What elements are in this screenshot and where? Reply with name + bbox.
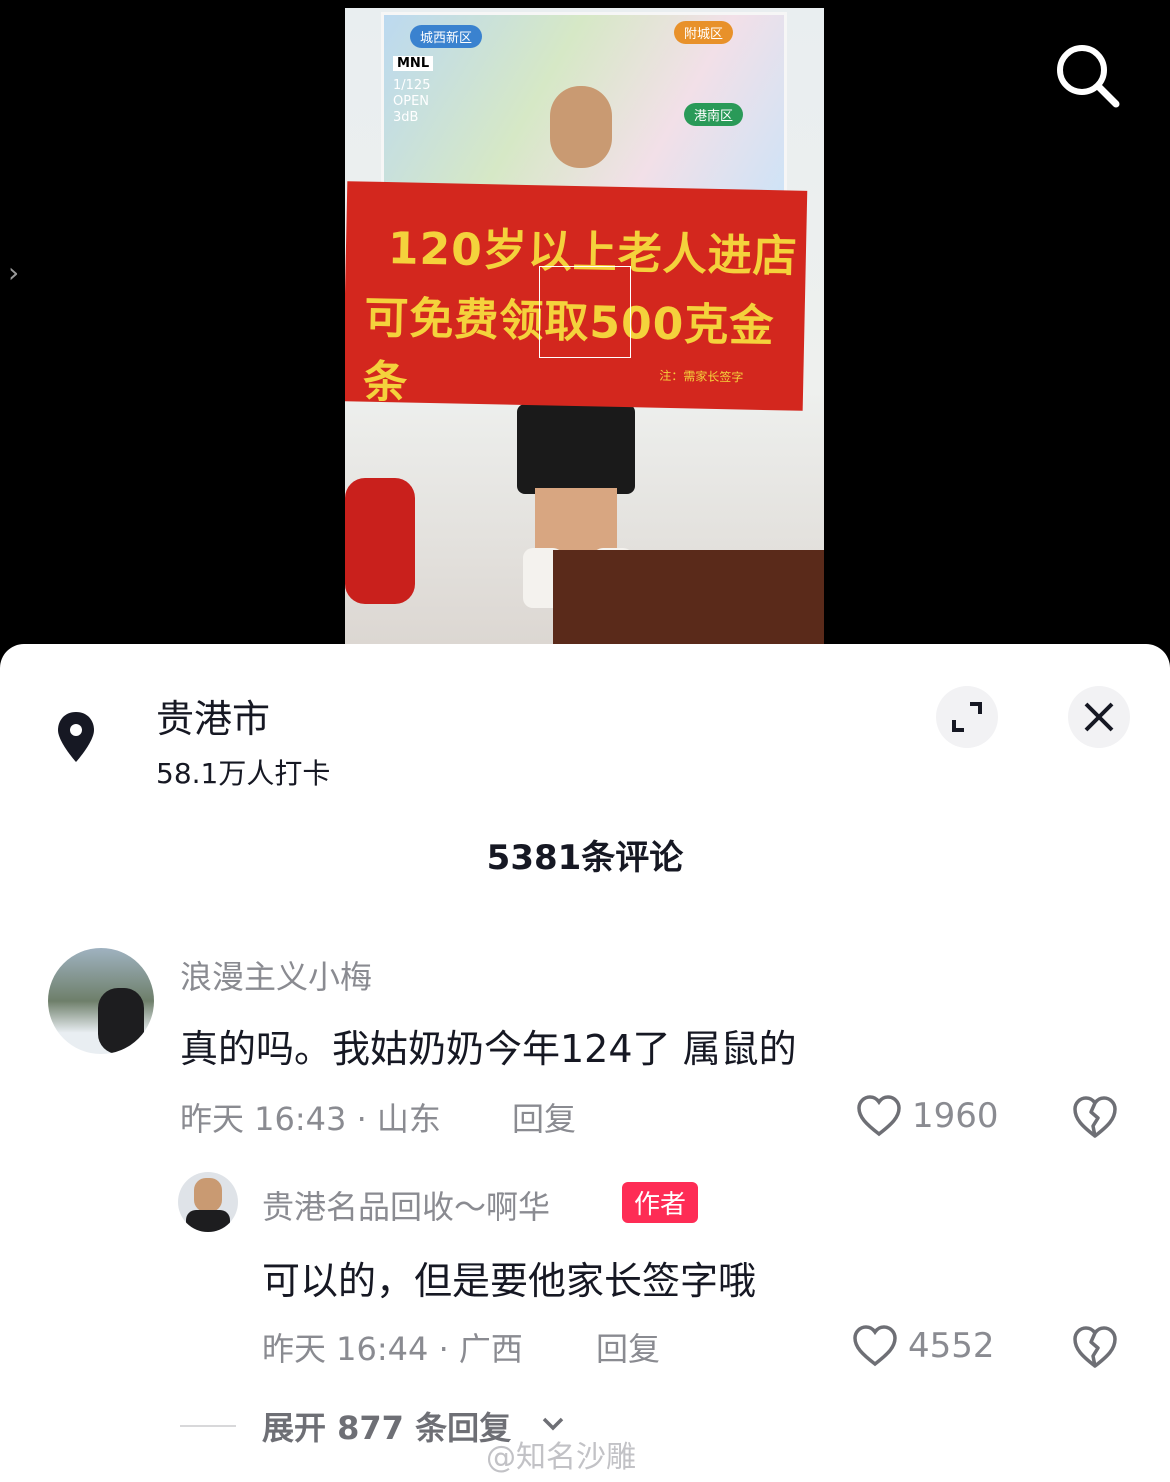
search-icon[interactable]	[1052, 40, 1122, 110]
person-shorts	[517, 404, 635, 494]
map-tag: 城西新区	[410, 25, 483, 48]
chevron-right-icon[interactable]: ›	[8, 256, 19, 289]
reply-meta: 昨天 16:44 · 广西	[262, 1330, 523, 1368]
camera-info: 1/125 OPEN 3dB	[393, 78, 431, 125]
wooden-table	[553, 550, 824, 644]
red-bag	[345, 478, 415, 604]
expand-icon	[952, 702, 982, 732]
comment-meta: 昨天 16:43 · 山东	[180, 1100, 441, 1138]
avatar[interactable]	[178, 1172, 238, 1232]
camera-badge: MNL	[393, 56, 434, 71]
author-badge: 作者	[622, 1182, 699, 1223]
comment-text: 真的吗。我姑奶奶今年124了 属鼠的	[180, 1027, 797, 1071]
video-player[interactable]: › 城西新区 附城区 港南区 120岁以上老人进店 可免费领取500克金条 注：…	[0, 0, 1170, 660]
map-tag: 附城区	[674, 21, 734, 44]
map-tag: 港南区	[684, 103, 744, 126]
reply-username[interactable]: 贵港名品回收～啊华	[262, 1182, 550, 1228]
like-count: 4552	[908, 1326, 995, 1366]
person-head	[550, 86, 612, 168]
reply-button[interactable]: 回复	[596, 1324, 660, 1370]
dislike-icon[interactable]	[1072, 1324, 1118, 1370]
close-icon	[1084, 702, 1114, 732]
watermark: @知名沙雕	[486, 1440, 636, 1475]
divider	[180, 1425, 236, 1427]
avatar-face	[194, 1178, 222, 1212]
location-checkins: 58.1万人打卡	[156, 757, 331, 790]
reply-button[interactable]: 回复	[512, 1094, 576, 1140]
chevron-down-icon[interactable]	[540, 1414, 566, 1434]
location-pin-icon	[58, 712, 94, 762]
comment-username[interactable]: 浪漫主义小梅	[180, 952, 372, 998]
avatar-figure	[98, 988, 144, 1054]
expand-replies-button[interactable]: 展开 877 条回复	[262, 1403, 511, 1449]
avatar[interactable]	[48, 948, 154, 1054]
focus-box	[539, 266, 631, 358]
comment-count: 5381条评论	[486, 838, 684, 878]
video-frame[interactable]: 城西新区 附城区 港南区 120岁以上老人进店 可免费领取500克金条 注：需家…	[345, 8, 824, 644]
heart-icon[interactable]	[852, 1324, 898, 1368]
expand-button[interactable]	[936, 686, 998, 748]
close-button[interactable]	[1068, 686, 1130, 748]
location-title[interactable]: 贵港市	[156, 688, 270, 743]
like-count: 1960	[912, 1096, 999, 1136]
banner-note: 注：需家长签字	[659, 368, 744, 385]
heart-icon[interactable]	[856, 1094, 902, 1138]
reply-text: 可以的，但是要他家长签字哦	[262, 1259, 757, 1303]
avatar-shirt	[186, 1210, 230, 1232]
dislike-icon[interactable]	[1072, 1094, 1118, 1140]
